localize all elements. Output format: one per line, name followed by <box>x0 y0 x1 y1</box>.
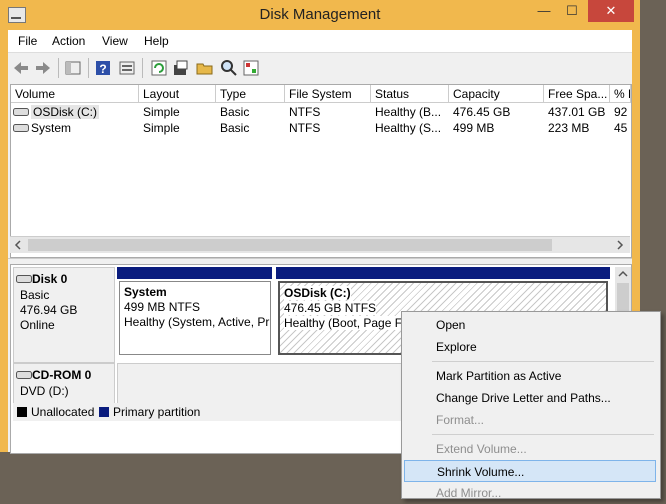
column-header-free-space[interactable]: Free Spa... <box>544 85 610 103</box>
volume-file-system: NTFS <box>289 121 321 135</box>
minimize-button[interactable]: — <box>530 0 558 22</box>
menu-item-add-mirror: Add Mirror... <box>436 486 502 500</box>
volume-list: Volume Layout Type File System Status Ca… <box>10 84 632 258</box>
menu-item-shrink-volume[interactable]: Shrink Volume... <box>404 460 656 482</box>
horizontal-scroll-thumb[interactable] <box>28 239 552 251</box>
menu-item-explore[interactable]: Explore <box>404 336 656 358</box>
column-header-layout[interactable]: Layout <box>139 85 216 103</box>
disk-icon <box>16 275 32 283</box>
column-header-status[interactable]: Status <box>371 85 449 103</box>
title-bar[interactable]: Disk Management — ☐ ✕ <box>0 0 640 30</box>
cdrom-0-label[interactable]: CD-ROM 0 DVD (D:) <box>13 363 115 405</box>
legend-swatch-primary <box>99 407 109 417</box>
forward-icon[interactable] <box>34 59 52 77</box>
volume-name: OSDisk (C:) <box>31 105 99 119</box>
menu-item-extend-volume: Extend Volume... <box>436 442 527 456</box>
disk-name: CD-ROM 0 <box>32 368 92 382</box>
menu-action[interactable]: Action <box>52 34 85 48</box>
column-header-type[interactable]: Type <box>216 85 285 103</box>
volume-file-system: NTFS <box>289 105 321 119</box>
menu-view[interactable]: View <box>102 34 128 48</box>
menu-bar: File Action View Help <box>8 30 632 52</box>
volume-status: Healthy (S... <box>375 121 442 135</box>
toolbar-divider <box>58 58 59 78</box>
partition-size: 499 MB NTFS <box>124 300 201 314</box>
column-header-capacity[interactable]: Capacity <box>449 85 544 103</box>
volume-percent-free: 92 <box>614 105 628 119</box>
volume-type: Basic <box>220 105 250 119</box>
column-header-percent-free[interactable]: % F <box>610 85 631 103</box>
cd-drive-icon <box>16 371 32 379</box>
volume-capacity: 499 MB <box>453 121 495 135</box>
volume-layout: Simple <box>143 105 180 119</box>
volume-name: System <box>31 121 72 135</box>
close-button[interactable]: ✕ <box>588 0 634 22</box>
help-icon[interactable]: ? <box>94 59 112 77</box>
volume-percent-free: 45 <box>614 121 628 135</box>
settings-icon[interactable] <box>242 59 260 77</box>
system-partition[interactable]: System 499 MB NTFS Healthy (System, Acti… <box>119 281 271 355</box>
menu-item-open[interactable]: Open <box>404 314 656 336</box>
up-icon[interactable] <box>64 59 82 77</box>
scroll-right-icon[interactable] <box>616 240 624 250</box>
volume-status: Healthy (B... <box>375 105 442 119</box>
back-icon[interactable] <box>12 59 30 77</box>
volume-free-space: 223 MB <box>548 121 590 135</box>
open-icon[interactable] <box>196 59 214 77</box>
menu-file[interactable]: File <box>18 34 37 48</box>
menu-item-change-drive-letter[interactable]: Change Drive Letter and Paths... <box>404 387 656 409</box>
scroll-up-icon[interactable] <box>618 270 628 278</box>
properties-icon[interactable] <box>118 59 136 77</box>
disk-type: DVD (D:) <box>20 384 69 398</box>
partition-status: Healthy (Boot, Page Fil <box>284 316 408 330</box>
disk-0-label[interactable]: Disk 0 Basic 476.94 GB Online <box>13 267 115 363</box>
legend-label-primary: Primary partition <box>113 405 201 419</box>
toolbar-divider <box>88 58 89 78</box>
maximize-button[interactable]: ☐ <box>558 0 586 22</box>
context-menu: Open Explore Mark Partition as Active Ch… <box>401 311 661 500</box>
menu-item-format: Format... <box>436 413 485 427</box>
primary-partition-bar <box>276 267 610 279</box>
svg-text:?: ? <box>99 62 106 76</box>
volume-free-space: 437.01 GB <box>548 105 606 119</box>
menu-separator <box>432 361 654 362</box>
partition-status: Healthy (System, Active, Pr <box>124 315 270 329</box>
legend-swatch-unallocated <box>17 407 27 417</box>
partition-size: 476.45 GB NTFS <box>284 301 377 315</box>
primary-partition-bar <box>117 267 272 279</box>
refresh-icon[interactable] <box>150 59 168 77</box>
horizontal-scrollbar[interactable] <box>10 236 630 253</box>
menu-help[interactable]: Help <box>144 34 169 48</box>
rescan-icon[interactable] <box>172 59 190 77</box>
menu-item-mark-active[interactable]: Mark Partition as Active <box>404 365 656 387</box>
volume-layout: Simple <box>143 121 180 135</box>
scroll-left-icon[interactable] <box>14 240 22 250</box>
partition-name: OSDisk (C:) <box>284 286 351 300</box>
volume-capacity: 476.45 GB <box>453 105 511 119</box>
legend-label-unallocated: Unallocated <box>31 405 95 419</box>
disk-type: Basic <box>20 288 50 302</box>
toolbar-divider <box>142 58 143 78</box>
disk-name: Disk 0 <box>32 272 68 286</box>
volume-type: Basic <box>220 121 250 135</box>
column-header-file-system[interactable]: File System <box>285 85 371 103</box>
disk-state: Online <box>20 318 55 332</box>
toolbar: ? <box>8 52 632 83</box>
partition-name: System <box>124 285 167 299</box>
column-header-volume[interactable]: Volume <box>11 85 139 103</box>
search-icon[interactable] <box>220 59 238 77</box>
disk-size: 476.94 GB <box>20 303 78 317</box>
menu-separator <box>432 434 654 435</box>
